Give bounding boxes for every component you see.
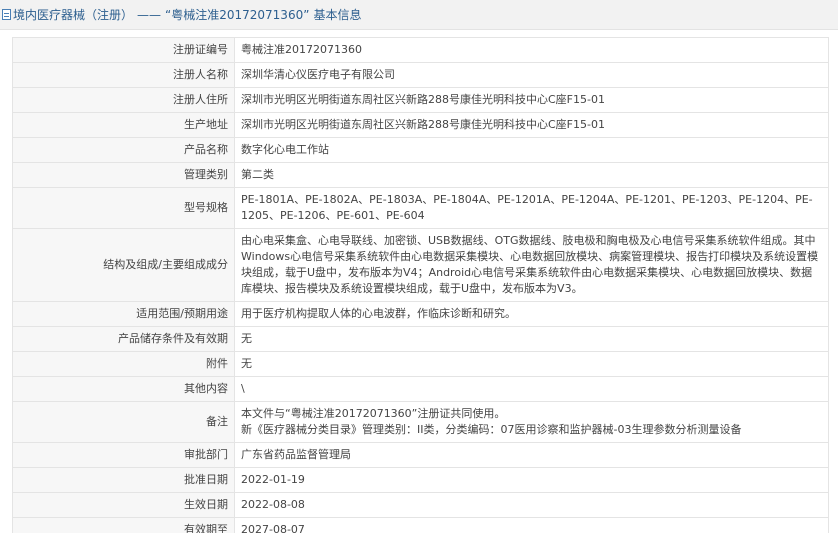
table-row: 批准日期 2022-01-19 <box>12 467 829 493</box>
table-row: 注册证编号 粤械注准20172071360 <box>12 37 829 63</box>
document-icon <box>2 9 11 20</box>
row-value: 数字化心电工作站 <box>234 137 829 163</box>
table-row: 注册人名称 深圳华清心仪医疗电子有限公司 <box>12 62 829 88</box>
row-value: 2027-08-07 <box>234 517 829 533</box>
row-label: 备注 <box>12 401 235 443</box>
row-label: 适用范围/预期用途 <box>12 301 235 327</box>
row-value: 第二类 <box>234 162 829 188</box>
row-value: PE-1801A、PE-1802A、PE-1803A、PE-1804A、PE-1… <box>234 187 829 229</box>
table-row: 附件 无 <box>12 351 829 377</box>
table-row: 管理类别 第二类 <box>12 162 829 188</box>
table-row: 生产地址 深圳市光明区光明街道东周社区兴新路288号康佳光明科技中心C座F15-… <box>12 112 829 138</box>
row-label: 有效期至 <box>12 517 235 533</box>
remark-line-1: 本文件与“粤械注准20172071360”注册证共同使用。 <box>241 407 506 420</box>
row-label: 其他内容 <box>12 376 235 402</box>
table-row: 有效期至 2027-08-07 <box>12 517 829 533</box>
info-table: 注册证编号 粤械注准20172071360 注册人名称 深圳华清心仪医疗电子有限… <box>12 37 829 533</box>
row-value: 深圳市光明区光明街道东周社区兴新路288号康佳光明科技中心C座F15-01 <box>234 112 829 138</box>
table-row: 产品名称 数字化心电工作站 <box>12 137 829 163</box>
row-label: 产品名称 <box>12 137 235 163</box>
page-header: 境内医疗器械（注册） —— “粤械注准20172071360” 基本信息 <box>0 0 838 30</box>
row-label: 附件 <box>12 351 235 377</box>
table-row: 适用范围/预期用途 用于医疗机构提取人体的心电波群，作临床诊断和研究。 <box>12 301 829 327</box>
table-row: 生效日期 2022-08-08 <box>12 492 829 518</box>
row-label: 生效日期 <box>12 492 235 518</box>
row-label: 审批部门 <box>12 442 235 468</box>
row-value: 用于医疗机构提取人体的心电波群，作临床诊断和研究。 <box>234 301 829 327</box>
header-section: 境内医疗器械（注册） <box>13 8 134 22</box>
row-value: 2022-08-08 <box>234 492 829 518</box>
table-row: 备注 本文件与“粤械注准20172071360”注册证共同使用。 新《医疗器械分… <box>12 401 829 443</box>
row-value: 广东省药品监督管理局 <box>234 442 829 468</box>
row-label: 注册证编号 <box>12 37 235 63</box>
row-label: 产品储存条件及有效期 <box>12 326 235 352</box>
table-row: 结构及组成/主要组成成分 由心电采集盒、心电导联线、加密锁、USB数据线、OTG… <box>12 228 829 302</box>
row-label: 注册人住所 <box>12 87 235 113</box>
row-value: 深圳市光明区光明街道东周社区兴新路288号康佳光明科技中心C座F15-01 <box>234 87 829 113</box>
row-value: 本文件与“粤械注准20172071360”注册证共同使用。 新《医疗器械分类目录… <box>234 401 829 443</box>
table-row: 其他内容 \ <box>12 376 829 402</box>
row-value: 2022-01-19 <box>234 467 829 493</box>
row-label: 型号规格 <box>12 187 235 229</box>
row-label: 生产地址 <box>12 112 235 138</box>
row-value: 由心电采集盒、心电导联线、加密锁、USB数据线、OTG数据线、肢电极和胸电极及心… <box>234 228 829 302</box>
row-label: 注册人名称 <box>12 62 235 88</box>
row-label: 结构及组成/主要组成成分 <box>12 228 235 302</box>
table-row: 注册人住所 深圳市光明区光明街道东周社区兴新路288号康佳光明科技中心C座F15… <box>12 87 829 113</box>
row-value: 深圳华清心仪医疗电子有限公司 <box>234 62 829 88</box>
table-row: 审批部门 广东省药品监督管理局 <box>12 442 829 468</box>
row-value: 粤械注准20172071360 <box>234 37 829 63</box>
header-registration-number: “粤械注准20172071360” <box>165 8 310 22</box>
table-row: 型号规格 PE-1801A、PE-1802A、PE-1803A、PE-1804A… <box>12 187 829 229</box>
row-value: 无 <box>234 326 829 352</box>
row-label: 管理类别 <box>12 162 235 188</box>
remark-line-2: 新《医疗器械分类目录》管理类别：II类，分类编码：07医用诊察和监护器械-03生… <box>241 423 742 436</box>
row-value: \ <box>234 376 829 402</box>
header-suffix: 基本信息 <box>313 8 362 22</box>
row-value: 无 <box>234 351 829 377</box>
table-row: 产品储存条件及有效期 无 <box>12 326 829 352</box>
header-separator: —— <box>137 7 162 22</box>
row-label: 批准日期 <box>12 467 235 493</box>
page: 境内医疗器械（注册） —— “粤械注准20172071360” 基本信息 注册证… <box>0 0 838 533</box>
